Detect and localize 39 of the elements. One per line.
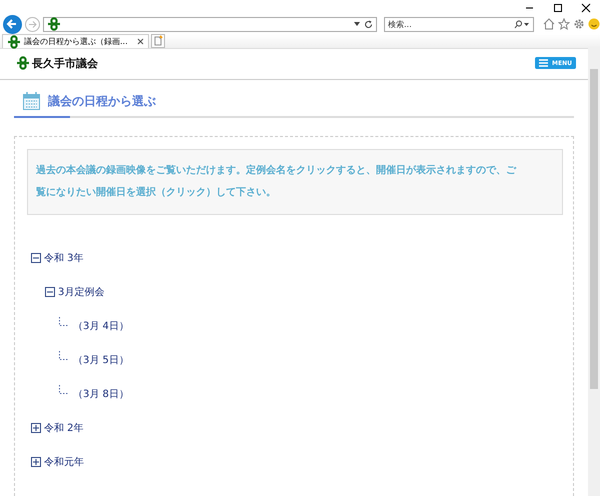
- site-logo[interactable]: 長久手市議会: [32, 56, 98, 70]
- emblem-icon: [7, 34, 21, 48]
- collapse-icon[interactable]: [31, 253, 41, 263]
- search-icon[interactable]: [514, 20, 530, 28]
- tree-node-link[interactable]: 令和元年: [44, 455, 84, 469]
- expand-icon[interactable]: [31, 423, 41, 433]
- new-tab-icon[interactable]: [150, 34, 165, 48]
- notice-text: 過去の本会議の録画映像をご覧いただけます。定例会名をクリックすると、開催日が表示されますので、ご覧になりたい開催日を選択（クリック）して下さい。: [27, 149, 563, 215]
- branch-line-icon: [59, 384, 68, 394]
- expand-icon[interactable]: [31, 457, 41, 467]
- tree-node-link[interactable]: 令和 2年: [44, 421, 84, 435]
- branch-line-icon: [59, 316, 68, 326]
- dropdown-icon[interactable]: [354, 22, 360, 26]
- collapse-icon[interactable]: [45, 287, 55, 297]
- emblem-icon: [16, 56, 30, 70]
- address-field[interactable]: [42, 16, 377, 32]
- tree-node-link[interactable]: 令和 3年: [44, 251, 84, 265]
- page-heading: 議会の日程から選ぶ: [48, 92, 156, 110]
- branch-line-icon: [59, 350, 68, 360]
- date-link[interactable]: （3月 8日）: [73, 387, 129, 401]
- date-link[interactable]: （3月 5日）: [73, 353, 129, 367]
- calendar-icon: [23, 92, 40, 110]
- home-icon[interactable]: [542, 18, 555, 30]
- scrollbar[interactable]: [588, 47, 600, 496]
- menu-icon: [539, 59, 548, 67]
- refresh-icon[interactable]: [364, 20, 373, 28]
- date-link[interactable]: （3月 4日）: [73, 319, 129, 333]
- search-field[interactable]: 検索...: [384, 16, 534, 32]
- back-arrow-icon: [6, 18, 18, 30]
- tab-title: 議会の日程から選ぶ（録画...: [24, 36, 128, 47]
- close-icon[interactable]: [136, 38, 144, 45]
- browser-tab[interactable]: 議会の日程から選ぶ（録画...: [2, 34, 149, 48]
- back-button[interactable]: [3, 14, 22, 34]
- favorites-icon[interactable]: [558, 18, 570, 30]
- settings-icon[interactable]: [572, 18, 585, 30]
- forward-arrow-icon: [28, 20, 37, 28]
- emblem-icon: [46, 17, 61, 31]
- smiley-icon[interactable]: [588, 18, 600, 30]
- tree-node-link[interactable]: 3月定例会: [58, 285, 104, 299]
